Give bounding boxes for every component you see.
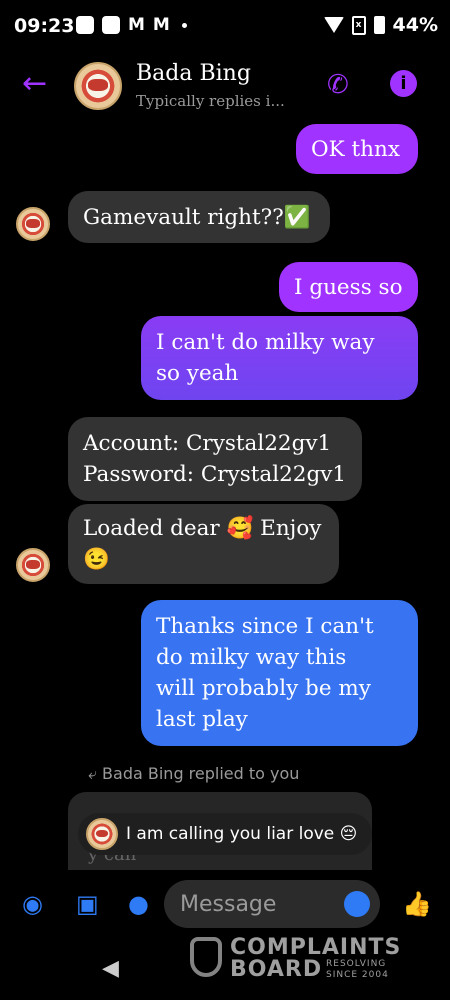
message-input[interactable]: Message: [164, 880, 380, 928]
message-bubble-incoming[interactable]: Loaded dear 🥰 Enjoy 😉: [68, 504, 339, 584]
message-text-line: Loaded dear 🥰 Enjoy: [83, 516, 322, 541]
message-bubble-outgoing[interactable]: I guess so: [279, 262, 418, 312]
message-bubble-outgoing[interactable]: Thanks since I can't do milky way this w…: [141, 600, 418, 746]
status-time: 09:23: [14, 15, 75, 37]
response-time-subtitle: Typically replies i...: [136, 92, 285, 110]
message-text-line: 😉: [83, 547, 110, 572]
sender-avatar: [86, 818, 118, 850]
image-icon[interactable]: ▣: [76, 890, 99, 918]
notification-icons: M M: [76, 15, 187, 35]
reply-indicator: ⤶ Bada Bing replied to you: [88, 764, 299, 784]
battery-percent: 44%: [392, 14, 438, 36]
message-text: Gamevault right??✅: [83, 204, 311, 230]
camera-icon[interactable]: ◉: [22, 890, 43, 918]
message-text-line: do milky way this: [156, 645, 347, 670]
gmail-icon-2: M: [152, 15, 170, 35]
more-notifications-dot-icon: [181, 22, 187, 28]
thumbs-up-icon[interactable]: 👍: [402, 890, 432, 918]
notification-app-icon: [76, 16, 94, 34]
message-text-line: last play: [156, 707, 248, 732]
messenger-notification-icon: [102, 16, 120, 34]
contact-name[interactable]: Bada Bing: [136, 61, 251, 86]
message-text-line: Password: Crystal22gv1: [83, 462, 347, 487]
watermark-tagline-2: SINCE 2004: [326, 970, 389, 980]
message-text: I guess so: [294, 274, 403, 300]
message-text: I am calling you liar love 😔: [126, 824, 358, 844]
watermark-line2: BOARD: [230, 957, 323, 982]
watermark-tagline-1: RESOLVING: [326, 959, 387, 969]
no-sim-icon: x: [351, 15, 366, 35]
emoji-icon[interactable]: [344, 891, 370, 917]
info-icon[interactable]: i: [390, 70, 417, 97]
message-bubble-outgoing[interactable]: I can't do milky way so yeah: [141, 316, 418, 400]
phone-icon[interactable]: ✆: [327, 70, 349, 100]
message-bubble-incoming[interactable]: Gamevault right??✅: [68, 191, 330, 243]
reply-arrow-icon: ⤶: [88, 764, 103, 783]
nav-back-icon[interactable]: ◀: [102, 956, 119, 981]
watermark-tagline: RESOLVING SINCE 2004: [326, 959, 389, 981]
message-text-line: so yeah: [156, 361, 239, 386]
incoming-message-preview[interactable]: I am calling you liar love 😔: [78, 813, 372, 855]
message-bubble-incoming[interactable]: Account: Crystal22gv1 Password: Crystal2…: [68, 417, 362, 501]
gmail-icon: M: [128, 15, 145, 35]
complaints-board-watermark: COMPLAINTS BOARD RESOLVING SINCE 2004: [190, 935, 410, 983]
message-text: OK thnx: [311, 136, 400, 162]
system-status-icons: x 44%: [323, 14, 438, 36]
message-bubble-outgoing[interactable]: OK thnx: [296, 124, 418, 174]
battery-icon: [373, 16, 385, 34]
wifi-icon: [323, 17, 344, 33]
conversation-header: ← Bada Bing Typically replies i... ✆ i: [0, 52, 450, 120]
message-text-line: I can't do milky way: [156, 330, 375, 355]
message-text-line: Account: Crystal22gv1: [83, 431, 332, 456]
reply-note-text: Bada Bing replied to you: [102, 764, 300, 783]
sender-avatar[interactable]: [16, 207, 50, 241]
message-text-line: Thanks since I can't: [156, 614, 374, 639]
message-placeholder: Message: [180, 891, 277, 917]
shield-logo-icon: [190, 937, 222, 977]
message-composer: ◉ ▣ ● Message 👍: [0, 872, 450, 936]
sender-avatar[interactable]: [16, 548, 50, 582]
microphone-icon[interactable]: ●: [128, 890, 149, 918]
arrow-left-icon[interactable]: ←: [22, 66, 47, 101]
contact-avatar[interactable]: [74, 62, 122, 110]
message-text-line: will probably be my: [156, 676, 371, 701]
status-bar: 09:23 M M x 44%: [0, 0, 450, 52]
